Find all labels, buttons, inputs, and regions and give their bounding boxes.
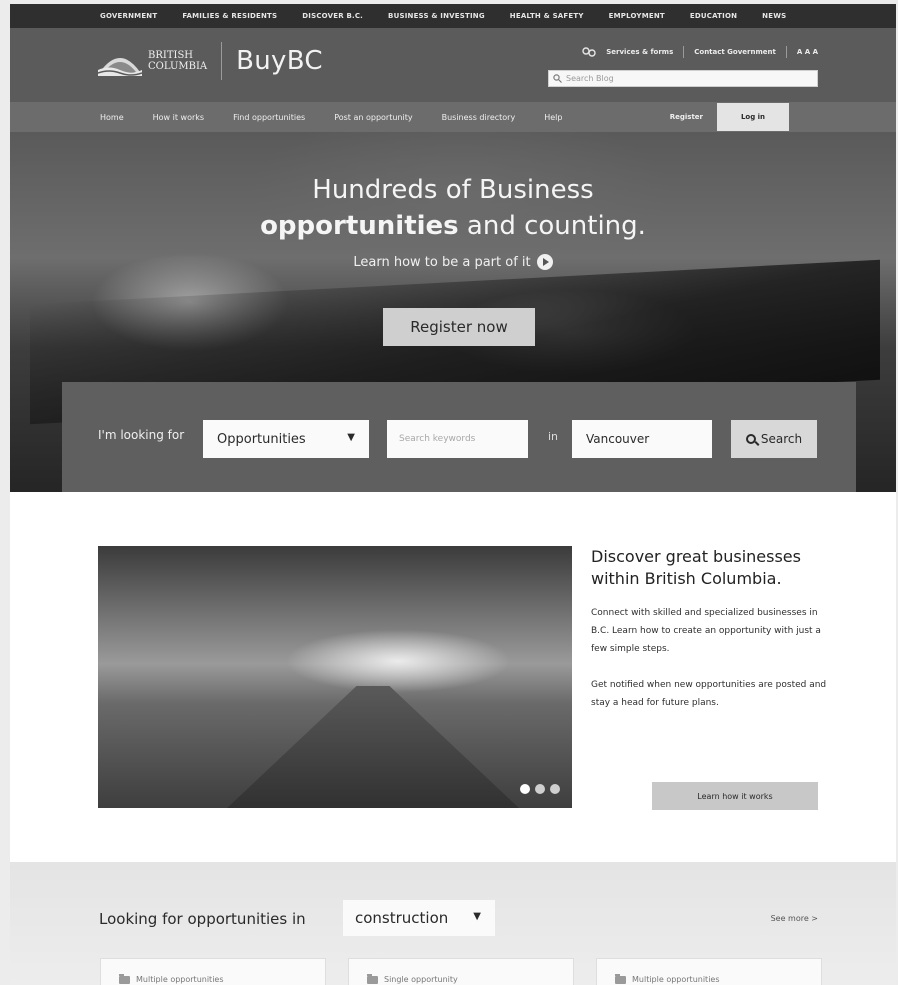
search-keywords-input[interactable] bbox=[387, 420, 528, 458]
see-more-link[interactable]: See more > bbox=[771, 914, 818, 923]
hero-banner: Hundreds of Business opportunities and c… bbox=[10, 132, 896, 492]
services-forms-link[interactable]: Services & forms bbox=[606, 48, 673, 56]
hero-title-line2: opportunities and counting. bbox=[10, 208, 896, 244]
category-select[interactable]: construction ▼ bbox=[343, 900, 495, 936]
play-circle-icon bbox=[536, 254, 553, 270]
register-now-button[interactable]: Register now bbox=[383, 308, 535, 346]
hero-title: Hundreds of Business opportunities and c… bbox=[10, 172, 896, 244]
gov-nav-discover[interactable]: DISCOVER B.C. bbox=[302, 12, 363, 20]
hero-title-strong: opportunities bbox=[260, 211, 459, 241]
gov-nav-health[interactable]: HEALTH & SAFETY bbox=[510, 12, 584, 20]
card-label: Multiple opportunities bbox=[136, 975, 224, 984]
opportunities-title: Looking for opportunities in bbox=[99, 910, 306, 928]
hero-title-rest: and counting. bbox=[458, 211, 646, 241]
login-button[interactable]: Log in bbox=[717, 103, 789, 131]
opportunity-card[interactable]: Single opportunity bbox=[348, 958, 574, 985]
folder-icon bbox=[367, 974, 378, 984]
search-icon bbox=[745, 434, 756, 444]
search-button-label: Search bbox=[760, 432, 803, 446]
nav-how-it-works[interactable]: How it works bbox=[153, 113, 204, 122]
utility-divider bbox=[785, 46, 787, 58]
feature-heading: Discover great businesses within British… bbox=[591, 547, 801, 588]
card-label: Single opportunity bbox=[384, 975, 458, 984]
chevron-down-icon: ▼ bbox=[347, 432, 355, 443]
opportunity-card[interactable]: Multiple opportunities bbox=[100, 958, 326, 985]
services-icon bbox=[582, 47, 596, 57]
feature-section: Discover great businesses within British… bbox=[10, 492, 896, 862]
nav-business-directory[interactable]: Business directory bbox=[442, 113, 516, 122]
bc-sun-logo-icon bbox=[98, 58, 142, 76]
feature-paragraph-1: Connect with skilled and specialized bus… bbox=[591, 608, 821, 654]
carousel-dots bbox=[520, 784, 560, 794]
search-label: I'm looking for bbox=[98, 428, 185, 442]
carousel-dot[interactable] bbox=[535, 784, 545, 794]
ship-deck-shape bbox=[208, 686, 538, 808]
hero-subtitle: Learn how to be a part of it bbox=[353, 254, 531, 270]
search-button[interactable]: Search bbox=[731, 420, 817, 458]
blog-search-input[interactable] bbox=[566, 74, 806, 83]
carousel-dot[interactable] bbox=[550, 784, 560, 794]
opportunities-section: Looking for opportunities in constructio… bbox=[10, 862, 896, 985]
gov-nav-business[interactable]: BUSINESS & INVESTING bbox=[388, 12, 485, 20]
gov-nav-government[interactable]: GOVERNMENT bbox=[100, 12, 157, 20]
site-header: BRITISH COLUMBIA BuyBC Services & forms … bbox=[10, 28, 896, 102]
search-type-value: Opportunities bbox=[217, 431, 306, 447]
search-in-label: in bbox=[548, 430, 559, 443]
account-actions: Register Log in bbox=[670, 102, 818, 132]
chevron-down-icon: ▼ bbox=[473, 911, 481, 922]
gov-top-bar: GOVERNMENT FAMILIES & RESIDENTS DISCOVER… bbox=[10, 4, 896, 28]
feature-carousel-image bbox=[98, 546, 572, 808]
search-type-select[interactable]: Opportunities ▼ bbox=[203, 420, 369, 458]
bc-logo[interactable]: BRITISH COLUMBIA BuyBC bbox=[98, 42, 323, 80]
card-label: Multiple opportunities bbox=[632, 975, 720, 984]
feature-paragraph-2: Get notified when new opportunities are … bbox=[591, 680, 827, 708]
register-link[interactable]: Register bbox=[670, 113, 703, 121]
logo-line-columbia: COLUMBIA bbox=[148, 61, 208, 72]
logo-line-british: BRITISH bbox=[148, 50, 194, 61]
learn-how-it-works-button[interactable]: Learn how it works bbox=[652, 782, 818, 810]
gov-nav-education[interactable]: EDUCATION bbox=[690, 12, 737, 20]
nav-post-opportunity[interactable]: Post an opportunity bbox=[334, 113, 412, 122]
folder-icon bbox=[119, 974, 130, 984]
gov-nav-families[interactable]: FAMILIES & RESIDENTS bbox=[182, 12, 277, 20]
page: GOVERNMENT FAMILIES & RESIDENTS DISCOVER… bbox=[10, 4, 896, 985]
site-title: BuyBC bbox=[236, 46, 323, 76]
carousel-dot[interactable] bbox=[520, 784, 530, 794]
hero-title-line1: Hundreds of Business bbox=[312, 175, 594, 205]
category-value: construction bbox=[355, 909, 449, 927]
gov-nav-employment[interactable]: EMPLOYMENT bbox=[609, 12, 665, 20]
utility-divider bbox=[683, 46, 685, 58]
gov-nav-news[interactable]: NEWS bbox=[762, 12, 786, 20]
folder-icon bbox=[615, 974, 626, 984]
contact-government-link[interactable]: Contact Government bbox=[694, 48, 776, 56]
utility-links: Services & forms Contact Government A A … bbox=[582, 46, 818, 58]
search-location-input[interactable] bbox=[572, 420, 712, 458]
blog-search-box bbox=[548, 70, 818, 87]
opportunity-card[interactable]: Multiple opportunities bbox=[596, 958, 822, 985]
opportunity-search-panel: I'm looking for Opportunities ▼ in Searc… bbox=[62, 382, 856, 492]
logo-divider bbox=[221, 42, 223, 80]
nav-home[interactable]: Home bbox=[100, 113, 124, 122]
nav-find-opportunities[interactable]: Find opportunities bbox=[233, 113, 305, 122]
bc-logo-wordmark: BRITISH COLUMBIA bbox=[148, 50, 207, 72]
text-size-toggle[interactable]: A A A bbox=[797, 48, 818, 56]
nav-help[interactable]: Help bbox=[544, 113, 562, 122]
main-nav: Home How it works Find opportunities Pos… bbox=[10, 102, 896, 132]
hero-learn-link[interactable]: Learn how to be a part of it bbox=[10, 254, 896, 270]
opportunity-cards: Multiple opportunities Single opportunit… bbox=[100, 958, 822, 985]
search-icon bbox=[553, 74, 562, 83]
